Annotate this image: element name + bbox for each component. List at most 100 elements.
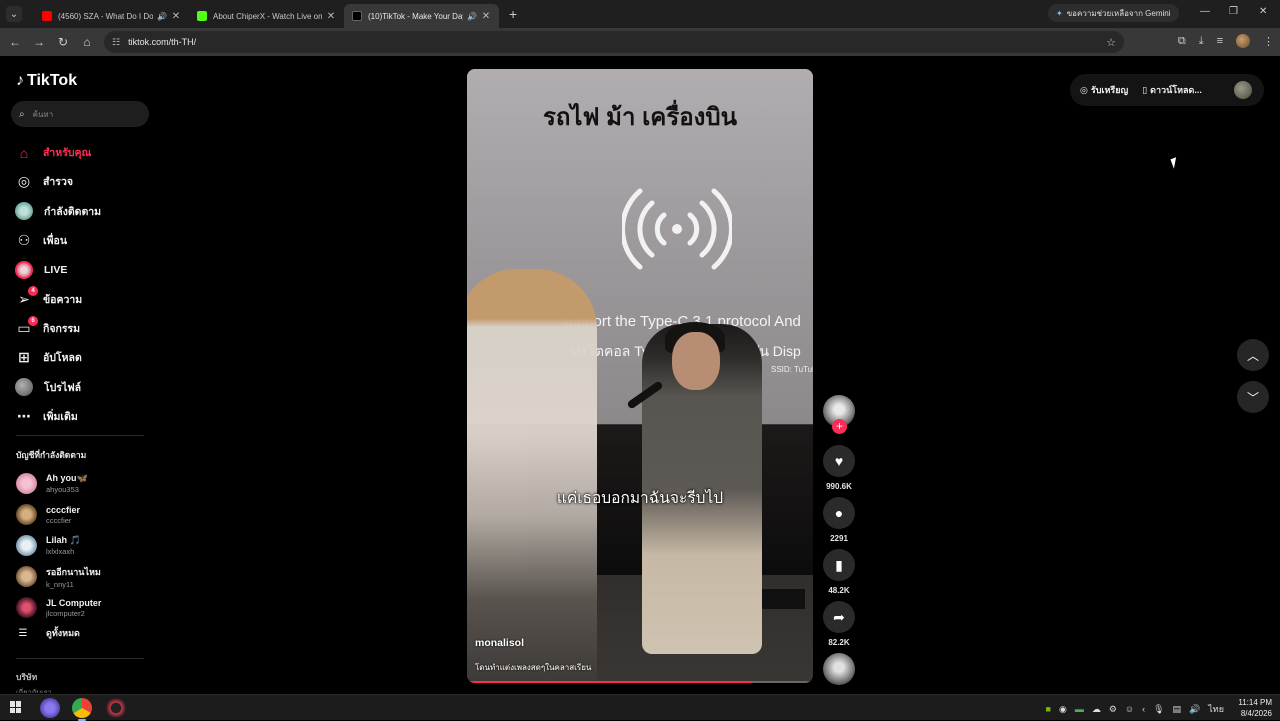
see-all-link[interactable]: ☰ ดูทั้งหมด [16, 626, 80, 640]
home-nav-icon[interactable]: ⌂ [75, 35, 99, 49]
follow-plus-icon[interactable]: + [832, 419, 847, 434]
close-tab-icon[interactable]: ✕ [481, 11, 491, 22]
chevron-left-icon[interactable]: ‹ [1142, 704, 1145, 714]
download-icon[interactable]: ⤓ [1199, 35, 1204, 48]
home-icon: ⌂ [19, 144, 29, 161]
tray-app-icon[interactable]: ◉ [1059, 704, 1067, 715]
nav-item-explore[interactable]: ◎ สำรวจ [14, 167, 101, 196]
following-account[interactable]: JL Computer jlcomputer2 [16, 592, 101, 623]
close-tab-icon[interactable]: ✕ [171, 11, 181, 22]
friends-icon: ⚇ [17, 232, 31, 249]
video-username[interactable]: monalisol [475, 637, 524, 649]
volume-icon[interactable]: 🔊 [1189, 704, 1200, 715]
nav-item-live[interactable]: LIVE [14, 255, 101, 284]
video-player[interactable]: รถไฟ ม้า เครื่องบิน support the Type-C 3… [467, 69, 813, 683]
speaker-icon[interactable]: 🔊 [467, 12, 477, 21]
discord-tray-icon[interactable]: ☺ [1125, 704, 1134, 714]
share-arrow-icon: ➦ [833, 608, 845, 625]
steam-icon[interactable]: ⚙ [1109, 704, 1117, 715]
media-control-icon[interactable]: ≡ [1217, 35, 1223, 47]
nav-item-activity[interactable]: ▭ 6 กิจกรรม [14, 314, 101, 343]
projector-text: SSID: TuTuLink 8 [771, 365, 813, 374]
nav-item-messages[interactable]: ➢ 4 ข้อความ [14, 284, 101, 313]
tray-app-icon[interactable]: ☁ [1092, 704, 1101, 715]
nav-item-profile[interactable]: โปรไฟล์ [14, 372, 101, 401]
url-text: tiktok.com/th-TH/ [128, 37, 197, 47]
video-progress-bar[interactable] [467, 681, 813, 683]
avatar [16, 597, 37, 618]
close-tab-icon[interactable]: ✕ [326, 11, 336, 22]
bookmark-star-icon[interactable]: ☆ [1106, 36, 1116, 49]
pianist-face [672, 332, 720, 390]
chevron-up-icon: ︿ [1246, 348, 1259, 363]
download-app-button[interactable]: ▯ ดาวน์โหลด... [1142, 83, 1202, 97]
browser-menu-icon[interactable]: ⋮ [1263, 35, 1274, 48]
nvidia-icon[interactable]: ■ [1046, 704, 1051, 714]
previous-video-button[interactable]: ︿ [1237, 339, 1269, 371]
company-link[interactable]: เกี่ยวกับเรา [16, 687, 52, 693]
browser-actions: ⧉ ⤓ ≡ ⋮ [1178, 34, 1274, 48]
window-close-icon[interactable]: ✕ [1259, 6, 1267, 17]
nav-item-more[interactable]: ⋯ เพิ่มเติม [14, 402, 101, 431]
music-disc-icon[interactable] [823, 653, 855, 685]
mouse-cursor-icon [1170, 157, 1180, 169]
gemini-button[interactable]: ✦ ขอความช่วยเหลือจาก Gemini [1048, 4, 1179, 22]
microphone-icon[interactable]: 🎙 [1153, 704, 1164, 715]
comment-button[interactable]: ● [823, 497, 855, 529]
account-handle: k_nny11 [46, 579, 74, 589]
address-bar[interactable]: ☷ tiktok.com/th-TH/ ☆ [104, 31, 1124, 53]
search-input[interactable]: ⌕ ค้นหา [11, 101, 149, 127]
back-icon[interactable]: ← [3, 35, 27, 49]
tab-search-button[interactable]: ⌄ [6, 6, 22, 22]
account-name: รออีกนานไหม [46, 566, 101, 577]
nav-label: สำหรับคุณ [43, 147, 92, 160]
following-account[interactable]: ccccfier ccccfier [16, 499, 101, 530]
language-indicator[interactable]: ไทย [1208, 702, 1224, 716]
app-icon[interactable] [106, 698, 126, 718]
nav-item-following[interactable]: กำลังติดตาม [14, 197, 101, 226]
browser-tab-kick[interactable]: About ChiperX - Watch Live on ✕ [189, 4, 344, 28]
following-account[interactable]: Ah you🦋 ahyou353 [16, 468, 101, 499]
minimize-icon[interactable]: — [1200, 6, 1210, 17]
nav-item-upload[interactable]: ⊞ อัปโหลด [14, 343, 101, 372]
following-account[interactable]: Lilah 🎵 lxlxlxaxh [16, 530, 101, 561]
following-section-title: บัญชีที่กำลังติดตาม [16, 450, 87, 460]
windows-start-icon[interactable] [10, 701, 22, 713]
following-list: Ah you🦋 ahyou353 ccccfier ccccfier Lilah 🎵… [16, 468, 101, 623]
nav-item-for-you[interactable]: ⌂ สำหรับคุณ [14, 138, 101, 167]
like-button[interactable]: ♥ [823, 445, 855, 477]
browser-profile-avatar[interactable] [1236, 34, 1250, 48]
user-avatar[interactable] [1234, 81, 1252, 99]
youtube-favicon-icon [42, 11, 52, 21]
reload-icon[interactable]: ↻ [51, 35, 75, 49]
get-coins-button[interactable]: ◎ รับเหรียญ [1080, 83, 1128, 97]
tiktok-logo[interactable]: ♪ TikTok [16, 72, 77, 90]
browser-tab-youtube[interactable]: (4560) SZA - What Do I Do 🔊 ✕ [34, 4, 189, 28]
share-button[interactable]: ➦ [823, 601, 855, 633]
chrome-app-icon[interactable] [72, 698, 92, 721]
browser-tab-tiktok[interactable]: (10)TikTok - Make Your Day 🔊 ✕ [344, 4, 499, 28]
windows-taskbar: ■ ◉ ▬ ☁ ⚙ ☺ ‹ 🎙 ▤ 🔊 ไทย 11:14 PM 8/4/202… [0, 694, 1280, 721]
forward-icon[interactable]: → [27, 35, 51, 49]
following-account[interactable]: รออีกนานไหม k_nny11 [16, 561, 101, 592]
kick-favicon-icon [197, 11, 207, 21]
discord-app-icon[interactable] [40, 698, 60, 718]
next-video-button[interactable]: ﹀ [1237, 381, 1269, 413]
site-info-icon[interactable]: ☷ [112, 37, 120, 48]
extensions-icon[interactable]: ⧉ [1178, 35, 1186, 48]
company-heading[interactable]: บริษัท [16, 670, 37, 684]
battery-icon[interactable]: ▬ [1075, 704, 1084, 714]
network-icon[interactable]: ▤ [1173, 704, 1182, 715]
gemini-sparkle-icon: ✦ [1056, 8, 1063, 18]
nav-label: เพิ่มเติม [43, 410, 78, 423]
save-button[interactable]: ▮ [823, 549, 855, 581]
speaker-icon[interactable]: 🔊 [157, 12, 167, 21]
new-tab-icon[interactable]: + [509, 6, 517, 22]
browser-tab-bar: ⌄ (4560) SZA - What Do I Do 🔊 ✕ About Ch… [0, 0, 1280, 28]
restore-icon[interactable]: ❐ [1229, 6, 1238, 17]
taskbar-clock[interactable]: 11:14 PM 8/4/2026 [1238, 697, 1272, 719]
nav-item-friends[interactable]: ⚇ เพื่อน [14, 226, 101, 255]
clock-date: 8/4/2026 [1240, 709, 1272, 718]
avatar [16, 535, 37, 556]
download-label: ดาวน์โหลด... [1150, 85, 1202, 95]
